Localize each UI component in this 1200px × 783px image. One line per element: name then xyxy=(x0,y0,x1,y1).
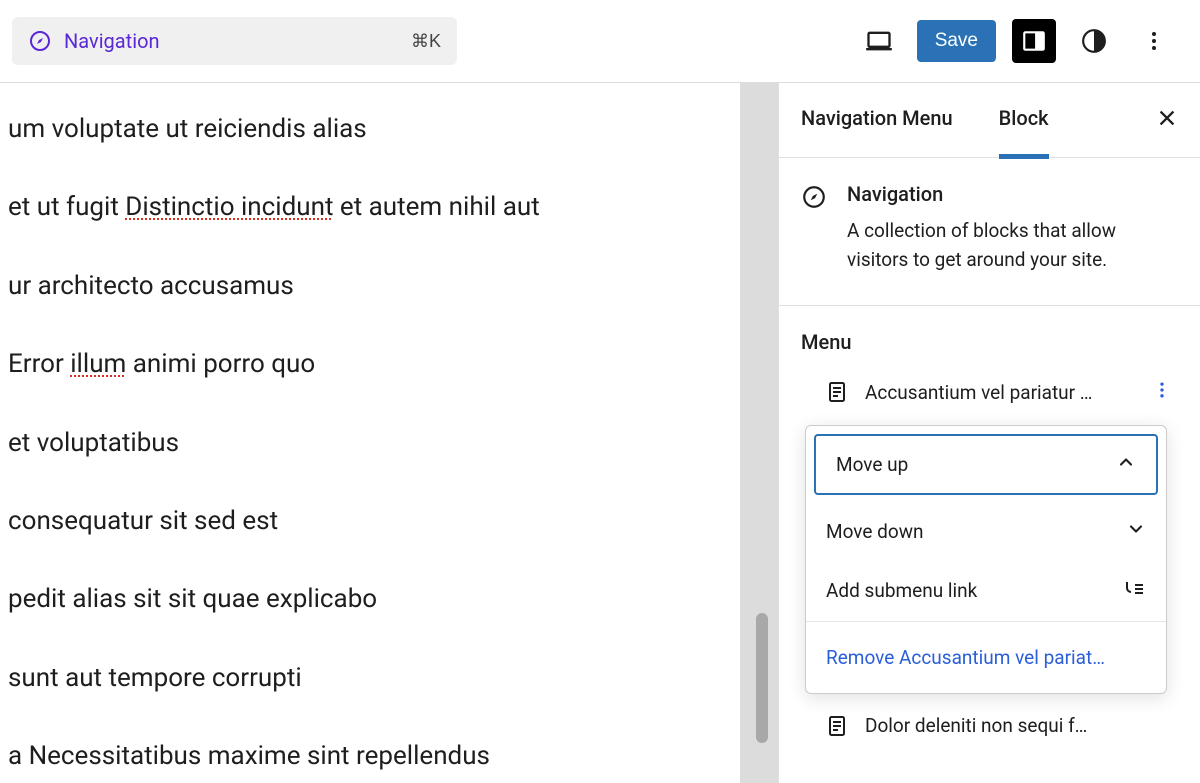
settings-panel-toggle[interactable] xyxy=(1012,19,1056,63)
chevron-down-icon xyxy=(1126,519,1146,544)
styles-button[interactable] xyxy=(1072,19,1116,63)
block-title: Navigation xyxy=(847,182,1178,206)
remove-item-button[interactable]: Remove Accusantium vel pariat… xyxy=(806,622,1166,693)
navigation-icon xyxy=(801,184,827,275)
tab-block[interactable]: Block xyxy=(999,82,1049,159)
chevron-up-icon xyxy=(1116,452,1136,477)
top-toolbar: Navigation ⌘K Save xyxy=(0,0,1200,82)
block-name-label: Navigation xyxy=(64,29,399,53)
menu-item[interactable]: Dolor deleniti non sequi f… xyxy=(801,708,1178,744)
scrollbar-thumb[interactable] xyxy=(756,613,768,743)
nav-link[interactable]: sunt aut tempore corrupti xyxy=(0,660,740,696)
move-up-button[interactable]: Move up xyxy=(814,434,1158,495)
sidebar-tabs: Navigation Menu Block xyxy=(779,83,1200,158)
add-submenu-button[interactable]: Add submenu link xyxy=(806,560,1166,621)
menu-item-label: Accusantium vel pariatur … xyxy=(865,381,1130,404)
block-breadcrumb[interactable]: Navigation ⌘K xyxy=(12,17,457,65)
nav-link[interactable]: Error illum animi porro quo xyxy=(0,346,740,382)
nav-link[interactable]: et ut fugit Distinctio incidunt et autem… xyxy=(0,189,740,225)
nav-link[interactable]: et voluptatibus xyxy=(0,425,740,461)
menu-item[interactable]: Accusantium vel pariatur … xyxy=(801,374,1178,411)
menu-item-popup: Move up Move down Add submenu link Remov… xyxy=(805,425,1167,694)
page-icon xyxy=(825,714,849,738)
block-description: Navigation A collection of blocks that a… xyxy=(779,158,1200,306)
main-content: um voluptate ut reiciendis alias et ut f… xyxy=(0,82,1200,783)
nav-link[interactable]: a Necessitatibus maxime sint repellendus xyxy=(0,738,740,774)
settings-sidebar: Navigation Menu Block Navigation A colle… xyxy=(778,83,1200,783)
menu-heading: Menu xyxy=(801,330,1178,354)
more-options-button[interactable] xyxy=(1132,19,1176,63)
nav-link[interactable]: pedit alias sit sit quae explicabo xyxy=(0,581,740,617)
menu-panel: Menu Accusantium vel pariatur … Move up … xyxy=(779,306,1200,744)
editor-canvas[interactable]: um voluptate ut reiciendis alias et ut f… xyxy=(0,83,778,783)
close-sidebar-button[interactable] xyxy=(1156,107,1178,133)
page-icon xyxy=(825,380,849,404)
block-description-text: A collection of blocks that allow visito… xyxy=(847,216,1178,275)
navigation-icon xyxy=(28,29,52,53)
keyboard-shortcut: ⌘K xyxy=(411,31,441,52)
nav-link[interactable]: consequatur sit sed est xyxy=(0,503,740,539)
toolbar-right: Save xyxy=(857,19,1176,63)
submenu-icon xyxy=(1122,576,1146,605)
tab-navigation-menu[interactable]: Navigation Menu xyxy=(801,82,953,159)
save-button[interactable]: Save xyxy=(917,20,996,62)
nav-link[interactable]: ur architecto accusamus xyxy=(0,268,740,304)
device-preview-button[interactable] xyxy=(857,19,901,63)
document-content[interactable]: um voluptate ut reiciendis alias et ut f… xyxy=(0,83,740,783)
menu-item-options-button[interactable] xyxy=(1146,380,1178,405)
menu-item-label: Dolor deleniti non sequi f… xyxy=(865,714,1178,737)
move-down-button[interactable]: Move down xyxy=(806,503,1166,560)
nav-link[interactable]: um voluptate ut reiciendis alias xyxy=(0,111,740,147)
